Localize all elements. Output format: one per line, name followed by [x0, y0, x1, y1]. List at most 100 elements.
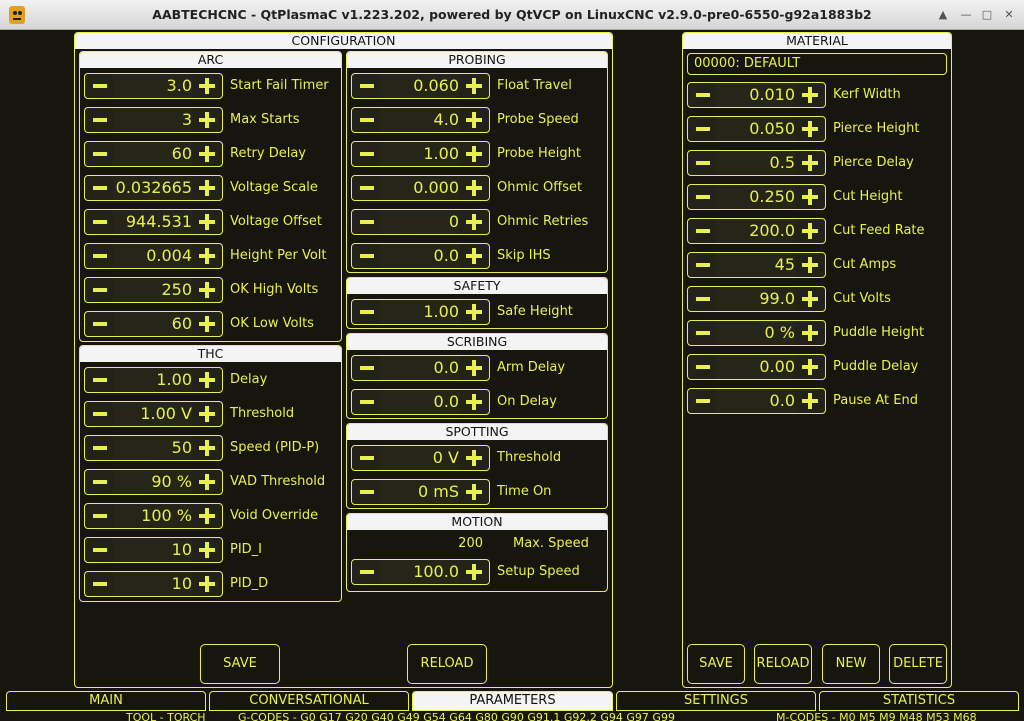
tab-settings[interactable]: SETTINGS: [616, 691, 816, 711]
spinbox-value[interactable]: 944.531: [113, 210, 192, 234]
plus-icon[interactable]: [461, 144, 487, 164]
minimize-button[interactable]: —: [959, 8, 973, 22]
spinbox-value[interactable]: 50: [113, 436, 192, 460]
minus-icon[interactable]: [87, 506, 113, 526]
spinbox-value[interactable]: 0.060: [380, 74, 459, 98]
minus-icon[interactable]: [354, 246, 380, 266]
minus-icon[interactable]: [87, 540, 113, 560]
minus-icon[interactable]: [690, 119, 716, 139]
spinbox-value[interactable]: 0.004: [113, 244, 192, 268]
minus-icon[interactable]: [690, 153, 716, 173]
plus-icon[interactable]: [194, 314, 220, 334]
spinbox-value[interactable]: 0.032665: [113, 176, 192, 200]
spinbox-value[interactable]: 60: [113, 142, 192, 166]
plus-icon[interactable]: [461, 562, 487, 582]
spinbox-value[interactable]: 60: [113, 312, 192, 336]
minus-icon[interactable]: [87, 438, 113, 458]
material-delete-button[interactable]: DELETE: [889, 644, 947, 684]
config-reload-button[interactable]: RELOAD: [407, 644, 487, 684]
spinbox-value[interactable]: 0 %: [716, 321, 795, 345]
minus-icon[interactable]: [87, 212, 113, 232]
spinbox-value[interactable]: 90 %: [113, 470, 192, 494]
plus-icon[interactable]: [461, 212, 487, 232]
spinbox-value[interactable]: 3.0: [113, 74, 192, 98]
plus-icon[interactable]: [194, 370, 220, 390]
plus-icon[interactable]: [194, 246, 220, 266]
minus-icon[interactable]: [354, 562, 380, 582]
spinbox-value[interactable]: 0.00: [716, 355, 795, 379]
plus-icon[interactable]: [461, 392, 487, 412]
minus-icon[interactable]: [354, 302, 380, 322]
plus-icon[interactable]: [797, 323, 823, 343]
plus-icon[interactable]: [194, 178, 220, 198]
minus-icon[interactable]: [690, 357, 716, 377]
material-new-button[interactable]: NEW: [822, 644, 880, 684]
close-button[interactable]: ✕: [1002, 8, 1016, 22]
maximize-button[interactable]: □: [980, 8, 994, 22]
spinbox-value[interactable]: 100 %: [113, 504, 192, 528]
minus-icon[interactable]: [690, 323, 716, 343]
minus-icon[interactable]: [690, 289, 716, 309]
spinbox-value[interactable]: 10: [113, 572, 192, 596]
material-reload-button[interactable]: RELOAD: [754, 644, 812, 684]
tab-statistics[interactable]: STATISTICS: [819, 691, 1019, 711]
plus-icon[interactable]: [461, 482, 487, 502]
spinbox-value[interactable]: 0.010: [716, 83, 795, 107]
minus-icon[interactable]: [690, 85, 716, 105]
minus-icon[interactable]: [354, 144, 380, 164]
spinbox-value[interactable]: 1.00: [380, 300, 459, 324]
plus-icon[interactable]: [461, 302, 487, 322]
spinbox-value[interactable]: 0 mS: [380, 480, 459, 504]
minus-icon[interactable]: [354, 482, 380, 502]
plus-icon[interactable]: [461, 246, 487, 266]
spinbox-value[interactable]: 0.5: [716, 151, 795, 175]
spinbox-value[interactable]: 250: [113, 278, 192, 302]
spinbox-value[interactable]: 0 V: [380, 446, 459, 470]
spinbox-value[interactable]: 1.00: [113, 368, 192, 392]
spinbox-value[interactable]: 3: [113, 108, 192, 132]
plus-icon[interactable]: [797, 289, 823, 309]
minus-icon[interactable]: [87, 246, 113, 266]
minus-icon[interactable]: [354, 110, 380, 130]
minus-icon[interactable]: [354, 392, 380, 412]
plus-icon[interactable]: [797, 221, 823, 241]
plus-icon[interactable]: [797, 85, 823, 105]
spinbox-value[interactable]: 100.0: [380, 560, 459, 584]
minus-icon[interactable]: [354, 448, 380, 468]
minus-icon[interactable]: [87, 144, 113, 164]
spinbox-value[interactable]: 1.00 V: [113, 402, 192, 426]
minus-icon[interactable]: [87, 370, 113, 390]
spinbox-value[interactable]: 0: [380, 210, 459, 234]
spinbox-value[interactable]: 99.0: [716, 287, 795, 311]
spinbox-value[interactable]: 4.0: [380, 108, 459, 132]
minus-icon[interactable]: [87, 404, 113, 424]
window-up-button[interactable]: ▲: [936, 8, 950, 22]
plus-icon[interactable]: [194, 144, 220, 164]
minus-icon[interactable]: [354, 76, 380, 96]
spinbox-value[interactable]: 0.0: [380, 390, 459, 414]
plus-icon[interactable]: [461, 358, 487, 378]
minus-icon[interactable]: [87, 314, 113, 334]
plus-icon[interactable]: [194, 506, 220, 526]
plus-icon[interactable]: [194, 404, 220, 424]
plus-icon[interactable]: [797, 153, 823, 173]
minus-icon[interactable]: [354, 358, 380, 378]
plus-icon[interactable]: [461, 76, 487, 96]
plus-icon[interactable]: [797, 187, 823, 207]
plus-icon[interactable]: [797, 119, 823, 139]
minus-icon[interactable]: [690, 221, 716, 241]
minus-icon[interactable]: [690, 391, 716, 411]
minus-icon[interactable]: [87, 76, 113, 96]
spinbox-value[interactable]: 0.0: [380, 356, 459, 380]
plus-icon[interactable]: [194, 212, 220, 232]
plus-icon[interactable]: [194, 472, 220, 492]
plus-icon[interactable]: [194, 76, 220, 96]
minus-icon[interactable]: [87, 472, 113, 492]
spinbox-value[interactable]: 0.050: [716, 117, 795, 141]
spinbox-value[interactable]: 200.0: [716, 219, 795, 243]
plus-icon[interactable]: [461, 448, 487, 468]
material-select[interactable]: 00000: DEFAULT: [687, 53, 947, 75]
tab-main[interactable]: MAIN: [6, 691, 206, 711]
spinbox-value[interactable]: 0.0: [380, 244, 459, 268]
plus-icon[interactable]: [194, 540, 220, 560]
